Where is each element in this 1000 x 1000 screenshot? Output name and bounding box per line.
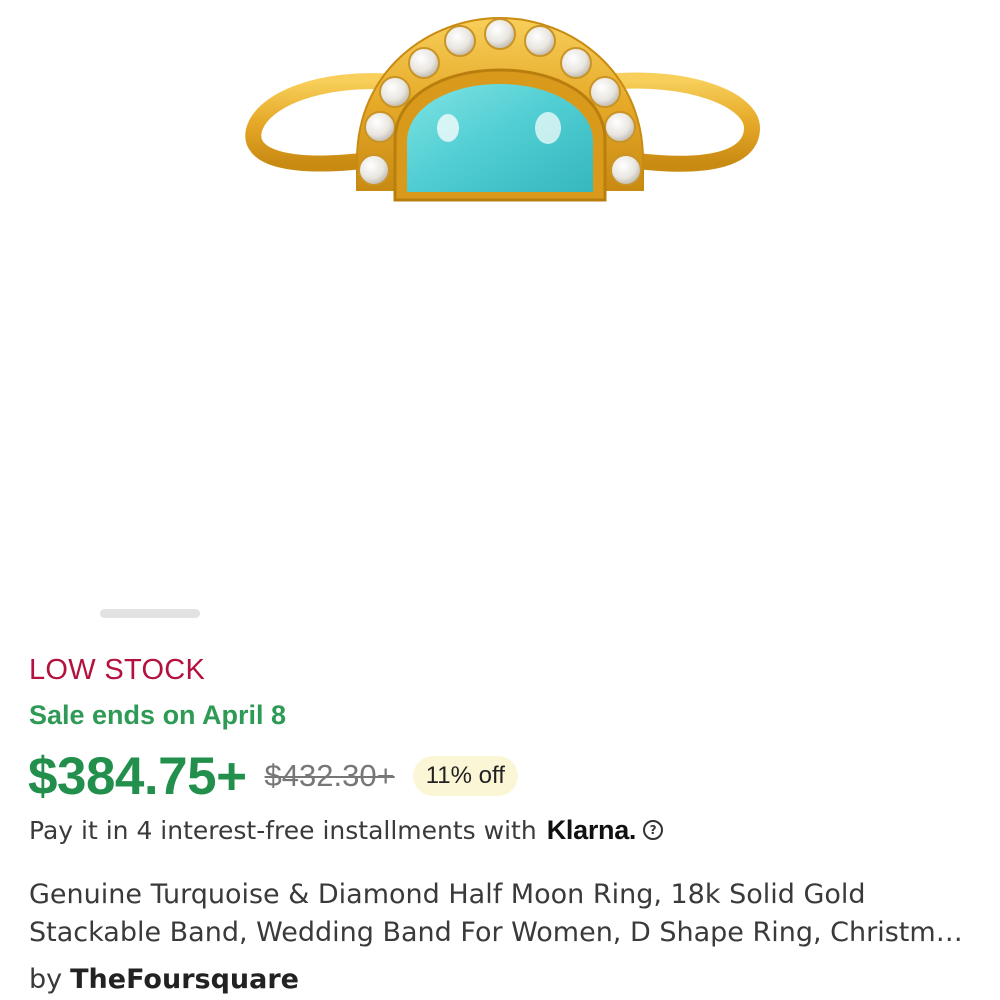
turquoise-stone bbox=[393, 68, 607, 202]
klarna-installments[interactable]: Pay it in 4 interest-free installments w… bbox=[29, 810, 664, 850]
sale-ends-text: Sale ends on April 8 bbox=[29, 700, 287, 730]
seller-link[interactable]: TheFoursquare bbox=[70, 964, 299, 995]
seller-prefix: by bbox=[29, 964, 63, 995]
listing-page: LOW STOCK Sale ends on April 8 $384.75+ … bbox=[0, 0, 1000, 1000]
discount-badge: 11% off bbox=[412, 756, 518, 796]
current-price: $384.75+ bbox=[28, 746, 247, 806]
seller-row: by TheFoursquare bbox=[29, 964, 299, 995]
klarna-logo: Klarna. bbox=[546, 814, 637, 845]
price-row: $384.75+ $432.30+ 11% off bbox=[28, 744, 518, 808]
installment-text: Pay it in 4 interest-free installments w… bbox=[29, 815, 537, 845]
original-price: $432.30+ bbox=[264, 758, 395, 793]
carousel-indicator[interactable] bbox=[100, 609, 200, 618]
product-title: Genuine Turquoise & Diamond Half Moon Ri… bbox=[29, 879, 967, 948]
stock-status-label: LOW STOCK bbox=[29, 654, 206, 686]
product-image[interactable] bbox=[0, 0, 1000, 600]
help-icon[interactable]: ? bbox=[643, 820, 664, 840]
ring-illustration bbox=[245, 16, 761, 202]
